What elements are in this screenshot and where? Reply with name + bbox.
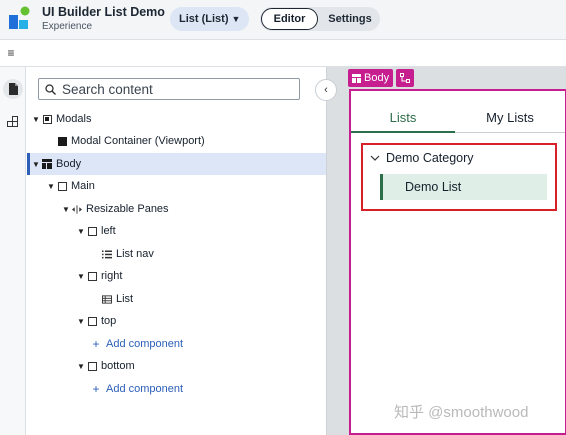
expand-toggle-icon[interactable]: ▼ [76, 317, 86, 326]
tree-row-label: bottom [101, 360, 135, 372]
layout-grid-icon [352, 73, 361, 83]
category-label: Demo Category [386, 151, 474, 165]
highlight-box: Demo Category Demo List [361, 143, 557, 211]
list-nav-icon [102, 249, 112, 259]
tree-row-label: left [101, 225, 116, 237]
document-icon [8, 83, 18, 95]
resize-arrows-icon [72, 204, 82, 214]
caret-down-icon: ▼ [231, 14, 241, 24]
list-item-demo-list[interactable]: Demo List [380, 174, 547, 200]
tab-my-lists[interactable]: My Lists [455, 103, 565, 133]
tree-row[interactable]: List nav [27, 243, 326, 265]
list-table-icon [102, 294, 112, 304]
expand-toggle-icon[interactable]: ▼ [31, 160, 41, 169]
left-rail [0, 67, 26, 435]
mode-toggle: Editor Settings [260, 7, 380, 31]
breadcrumb-tree-chip[interactable] [396, 69, 415, 87]
tree-row[interactable]: ▼ Resizable Panes [27, 198, 326, 220]
layout-grid-icon [42, 159, 52, 169]
editor-mode-button[interactable]: Editor [261, 8, 318, 30]
page-select[interactable]: List (List) ▼ [170, 7, 250, 31]
app-subtitle: Experience [42, 21, 93, 32]
plus-icon: + [92, 337, 100, 351]
add-component-row[interactable]: + Add component [27, 333, 326, 355]
tree-row-label: Modal Container (Viewport) [71, 135, 205, 147]
tree-row-label: Resizable Panes [86, 203, 169, 215]
tree-row[interactable]: ▼ left [27, 220, 326, 242]
tree-row-label: List [116, 293, 134, 305]
tree-row[interactable]: List [27, 288, 326, 310]
expand-toggle-icon[interactable]: ▼ [31, 115, 41, 124]
tree-structure-icon [400, 73, 411, 83]
tree-row-label: top [101, 315, 117, 327]
preview-canvas: Body Lists My Lists Demo Category Demo L… [326, 67, 566, 435]
container-icon [87, 361, 97, 371]
chevron-down-icon [370, 155, 380, 161]
plus-icon: + [92, 382, 100, 396]
ui-builder-window: UI Builder List Demo Experience List (Li… [0, 0, 566, 435]
menu-icon[interactable]: ≡ [4, 46, 18, 60]
container-icon [87, 271, 97, 281]
expand-toggle-icon[interactable]: ▼ [76, 227, 86, 236]
settings-mode-button[interactable]: Settings [322, 8, 378, 30]
tree-row[interactable]: ▼ bottom [27, 355, 326, 377]
tree-row-label: right [101, 270, 123, 282]
container-icon [87, 316, 97, 326]
list-item-label: Demo List [405, 180, 462, 194]
tree-row[interactable]: ▼ Modals [27, 108, 326, 130]
modal-container-icon [57, 136, 67, 146]
breadcrumb-body-label: Body [364, 72, 390, 84]
tree-row-label: Modals [56, 113, 92, 125]
container-icon [87, 226, 97, 236]
tree-row-label: Add component [106, 383, 184, 395]
container-framed-icon [42, 114, 52, 124]
container-icon [57, 181, 67, 191]
category-row[interactable]: Demo Category [370, 151, 474, 165]
tree-row[interactable]: ▼ right [27, 265, 326, 287]
chevron-left-icon: ‹ [324, 84, 328, 96]
tree-row[interactable]: ▼ top [27, 310, 326, 332]
tree-row-label: List nav [116, 248, 154, 260]
body-preview-frame: Lists My Lists Demo Category Demo List [349, 89, 566, 435]
page-select-label: List (List) [179, 13, 229, 25]
tree-row[interactable]: ▼ Body [27, 153, 326, 175]
expand-toggle-icon[interactable]: ▼ [76, 362, 86, 371]
tree-row[interactable]: ▼ Main [27, 175, 326, 197]
search-placeholder: Search content [62, 81, 153, 97]
search-icon [45, 83, 56, 95]
components-button[interactable] [3, 112, 23, 132]
tree-row-label: Body [56, 158, 82, 170]
components-icon [7, 116, 18, 127]
breadcrumb-body-chip[interactable]: Body [348, 69, 394, 87]
editor-toolbar: ≡ [0, 40, 566, 67]
expand-toggle-icon[interactable]: ▼ [46, 182, 56, 191]
expand-toggle-icon[interactable]: ▼ [61, 205, 71, 214]
content-tree-button[interactable] [3, 79, 23, 99]
collapse-panel-button[interactable]: ‹ [315, 79, 337, 101]
tree-row[interactable]: Modal Container (Viewport) [27, 130, 326, 152]
tab-lists[interactable]: Lists [351, 103, 455, 133]
ui-builder-logo-icon [9, 6, 30, 29]
tree-row-label: Main [71, 180, 95, 192]
content-outline-panel: Search content ‹ ▼ Modals Modal Container … [27, 67, 337, 435]
app-title: UI Builder List Demo [42, 5, 165, 19]
tree-row-label: Add component [106, 338, 184, 350]
app-header: UI Builder List Demo Experience List (Li… [0, 0, 566, 40]
breadcrumb: Body [348, 69, 415, 87]
search-input[interactable]: Search content [38, 78, 300, 100]
watermark-text: 知乎 @smoothwood [394, 404, 529, 421]
expand-toggle-icon[interactable]: ▼ [76, 272, 86, 281]
add-component-row[interactable]: + Add component [27, 378, 326, 400]
